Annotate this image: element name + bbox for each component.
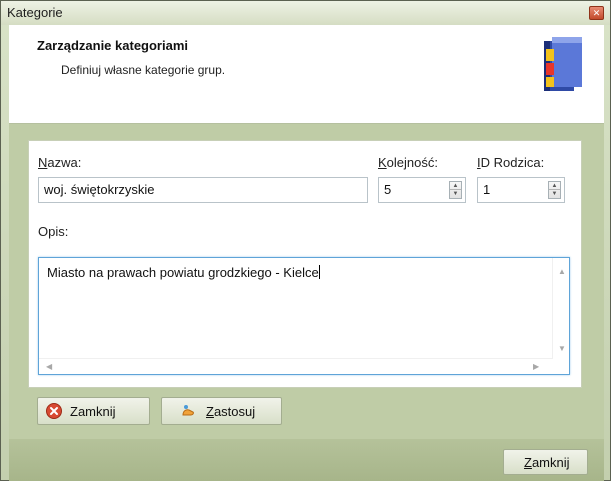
scroll-down-icon[interactable]: ▼ bbox=[558, 344, 566, 353]
scroll-left-icon[interactable]: ◀ bbox=[46, 362, 52, 371]
close-icon: ✕ bbox=[592, 8, 601, 18]
header-subtitle: Definiuj własne kategorie grup. bbox=[61, 63, 226, 77]
close-footer-button[interactable]: Zamknij bbox=[503, 449, 588, 475]
parent-id-stepper-value: 1 bbox=[483, 182, 491, 197]
close-window-button[interactable]: ✕ bbox=[589, 6, 604, 20]
name-input-value: woj. świętokrzyskie bbox=[44, 182, 155, 197]
footer-bar: Zamknij bbox=[9, 439, 604, 481]
chevron-up-icon[interactable]: ▲ bbox=[450, 182, 461, 190]
close-footer-label: Zamknij bbox=[524, 455, 570, 470]
content-area: Nazwa: woj. świętokrzyskie Kolejność: 5 … bbox=[9, 124, 604, 439]
chevron-up-icon[interactable]: ▲ bbox=[549, 182, 560, 190]
close-inner-label: Zamknij bbox=[70, 404, 116, 419]
description-label: Opis: bbox=[38, 224, 69, 239]
form-panel: Nazwa: woj. świętokrzyskie Kolejność: 5 … bbox=[28, 140, 582, 388]
kategorie-window: Kategorie ✕ Zarządzanie kategoriami Defi… bbox=[0, 0, 611, 481]
scroll-right-icon[interactable]: ▶ bbox=[533, 362, 539, 371]
apply-label: Zastosuj bbox=[206, 404, 256, 419]
apply-hand-icon bbox=[182, 405, 194, 416]
chevron-down-icon[interactable]: ▼ bbox=[450, 190, 461, 198]
parent-spin-buttons[interactable]: ▲ ▼ bbox=[548, 181, 561, 199]
book-icon bbox=[544, 37, 582, 91]
order-stepper[interactable]: 5 ▲ ▼ bbox=[378, 177, 466, 203]
name-label: Nazwa: bbox=[38, 155, 82, 170]
close-circle-icon bbox=[46, 403, 62, 419]
order-spin-buttons[interactable]: ▲ ▼ bbox=[449, 181, 462, 199]
chevron-down-icon[interactable]: ▼ bbox=[549, 190, 560, 198]
window-title: Kategorie bbox=[7, 5, 63, 20]
close-inner-button[interactable]: Zamknij bbox=[37, 397, 150, 425]
vertical-scrollbar[interactable]: ▲ ▼ bbox=[552, 258, 569, 358]
titlebar[interactable]: Kategorie ✕ bbox=[1, 1, 610, 25]
header-title: Zarządzanie kategoriami bbox=[37, 38, 188, 53]
scroll-up-icon[interactable]: ▲ bbox=[558, 267, 566, 276]
description-text: Miasto na prawach powiatu grodzkiego - K… bbox=[47, 265, 320, 280]
parent-id-label: ID Rodzica: bbox=[477, 155, 545, 170]
apply-button[interactable]: Zastosuj bbox=[161, 397, 282, 425]
horizontal-scrollbar[interactable]: ◀ ▶ bbox=[39, 358, 553, 374]
order-stepper-value: 5 bbox=[384, 182, 392, 197]
header-panel: Zarządzanie kategoriami Definiuj własne … bbox=[9, 25, 604, 124]
description-textarea[interactable]: Miasto na prawach powiatu grodzkiego - K… bbox=[38, 257, 570, 375]
parent-id-stepper[interactable]: 1 ▲ ▼ bbox=[477, 177, 565, 203]
name-input[interactable]: woj. świętokrzyskie bbox=[38, 177, 368, 203]
order-label: Kolejność: bbox=[378, 155, 438, 170]
